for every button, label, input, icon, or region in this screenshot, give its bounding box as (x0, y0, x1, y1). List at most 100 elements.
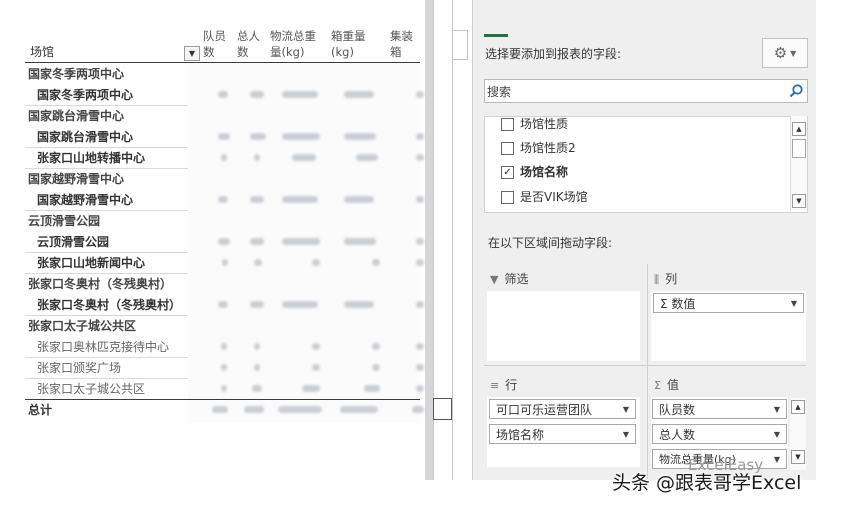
row-venue[interactable]: 云顶滑雪公园 (25, 232, 188, 253)
field-list[interactable]: 场馆性质 场馆性质2 ✓ 场馆名称 是否VIK场馆 (484, 116, 808, 213)
field-list-settings-button[interactable]: ⚙ ▼ (762, 38, 808, 68)
values-scrollbar[interactable]: ▲ ▼ (790, 398, 806, 470)
chevron-down-icon[interactable]: ▼ (774, 425, 780, 445)
row-grand-total[interactable]: 总计 (25, 400, 191, 420)
header-col4-line1: 箱重量 (331, 29, 366, 43)
search-placeholder: 搜索 (487, 85, 512, 99)
pivot-table: 队员数 总人数 物流总重 量(kg) 箱重量 (kg) 集装箱 场馆 ▼ 国家冬… (0, 0, 430, 480)
blurred-values-area (188, 63, 424, 423)
blur-mark (412, 406, 424, 413)
row-venue-group[interactable]: 国家越野滑雪中心 (25, 169, 188, 189)
header-col1-line1: 队员 (203, 29, 226, 43)
row-venue-group[interactable]: 云顶滑雪公园 (25, 211, 188, 231)
blur-mark (282, 133, 320, 140)
row-venue[interactable]: 张家口颁奖广场 (25, 358, 188, 379)
row-venue[interactable]: 张家口山地新闻中心 (25, 253, 188, 274)
row-venue-group[interactable]: 国家冬季两项中心 (25, 64, 188, 84)
header-col2-line2: 数 (237, 45, 249, 59)
blur-mark (244, 406, 264, 413)
row-venue[interactable]: 国家冬季两项中心 (25, 85, 188, 106)
header-col2[interactable]: 总人数 (237, 28, 260, 60)
values-area-label: Σ值 (654, 376, 679, 393)
header-col1-line2: 数 (203, 45, 215, 59)
rows-area-text: 行 (505, 378, 518, 392)
collapsed-pane-handle[interactable] (452, 30, 468, 60)
blur-mark (312, 364, 320, 371)
field-list-scrollbar[interactable]: ▲ ▼ (790, 116, 807, 211)
chevron-down-icon[interactable]: ▼ (623, 400, 629, 420)
blur-mark (250, 91, 264, 98)
chevron-down-icon[interactable]: ▼ (774, 450, 780, 470)
row-venue[interactable]: 张家口太子城公共区 (25, 379, 188, 400)
rows-area-label: ≡ 行 (490, 376, 517, 393)
blur-mark (221, 343, 227, 350)
header-col5[interactable]: 集装箱 (390, 28, 413, 60)
blur-mark (254, 259, 262, 266)
blur-mark (218, 238, 230, 245)
chip-label: 总人数 (659, 428, 696, 442)
header-col1[interactable]: 队员数 (203, 28, 226, 60)
checkbox[interactable] (501, 191, 514, 204)
blur-mark (312, 259, 320, 266)
columns-drop-zone[interactable]: Σ 数值 ▼ (651, 291, 806, 361)
blur-mark (218, 196, 228, 203)
blur-mark (416, 91, 424, 98)
rows-field-chip[interactable]: 场馆名称 ▼ (489, 424, 636, 444)
blur-mark (416, 364, 424, 371)
scroll-up-icon[interactable]: ▲ (791, 400, 805, 414)
rows-drop-zone[interactable]: 可口可乐运营团队 ▼ 场馆名称 ▼ (487, 397, 640, 467)
blur-mark (250, 196, 264, 203)
blur-mark (254, 343, 260, 350)
blur-mark (221, 385, 227, 392)
search-icon[interactable] (788, 83, 804, 99)
row-filter-dropdown-icon[interactable]: ▼ (184, 46, 200, 61)
field-label: 场馆性质 (520, 117, 569, 131)
values-area-text: 值 (666, 378, 679, 392)
rows-field-chip[interactable]: 可口可乐运营团队 ▼ (489, 399, 636, 419)
scroll-down-icon[interactable]: ▼ (791, 450, 805, 464)
field-item[interactable]: 场馆性质 (501, 117, 569, 136)
selected-cell[interactable] (433, 398, 452, 420)
columns-field-chip[interactable]: Σ 数值 ▼ (653, 293, 804, 313)
row-venue[interactable]: 张家口山地转播中心 (25, 148, 188, 169)
blur-mark (302, 385, 320, 392)
checkbox[interactable] (501, 142, 514, 155)
field-item[interactable]: 场馆性质2 (501, 136, 576, 160)
blur-mark (372, 259, 380, 266)
scroll-down-icon[interactable]: ▼ (792, 194, 806, 208)
chip-label: 场馆名称 (496, 428, 545, 442)
filter-drop-zone[interactable] (487, 291, 640, 361)
blur-mark (218, 133, 230, 140)
field-item[interactable]: ✓ 场馆名称 (501, 160, 568, 184)
blur-mark (250, 238, 264, 245)
header-col4[interactable]: 箱重量 (kg) (331, 28, 366, 60)
row-venue-group[interactable]: 国家跳台滑雪中心 (25, 106, 188, 126)
chevron-down-icon[interactable]: ▼ (774, 400, 780, 420)
field-item[interactable]: 是否VIK场馆 (501, 185, 588, 209)
checkbox-checked[interactable]: ✓ (501, 166, 514, 179)
header-row-field[interactable]: 场馆 (30, 44, 54, 60)
row-venue-group[interactable]: 张家口太子城公共区 (25, 316, 188, 336)
row-venue[interactable]: 张家口奥林匹克接待中心 (25, 337, 188, 358)
watermark: 头条 @跟表哥学Excel (612, 472, 802, 494)
columns-area-label: ⫼ 列 (654, 270, 677, 287)
checkbox[interactable] (501, 118, 514, 131)
blur-mark (282, 238, 320, 245)
row-venue-group[interactable]: 张家口冬奥村（冬残奥村） (25, 274, 188, 294)
chevron-down-icon[interactable]: ▼ (791, 294, 797, 314)
header-col3[interactable]: 物流总重 量(kg) (270, 28, 316, 60)
field-search-input[interactable]: 搜索 (484, 79, 808, 103)
field-list-title: 选择要添加到报表的字段: (485, 47, 622, 61)
values-field-chip[interactable]: 总人数 ▼ (652, 424, 787, 444)
row-venue[interactable]: 国家越野滑雪中心 (25, 190, 188, 211)
values-field-chip[interactable]: 队员数 ▼ (652, 399, 787, 419)
chevron-down-icon[interactable]: ▼ (623, 425, 629, 445)
scroll-up-icon[interactable]: ▲ (792, 122, 806, 136)
row-venue[interactable]: 张家口冬奥村（冬残奥村） (25, 295, 188, 316)
sigma-icon: Σ (654, 379, 661, 392)
header-col3-line1: 物流总重 (270, 29, 316, 43)
scroll-thumb[interactable] (792, 139, 806, 158)
blur-mark (221, 154, 227, 161)
row-venue[interactable]: 国家跳台滑雪中心 (25, 127, 188, 148)
blur-mark (282, 301, 318, 308)
